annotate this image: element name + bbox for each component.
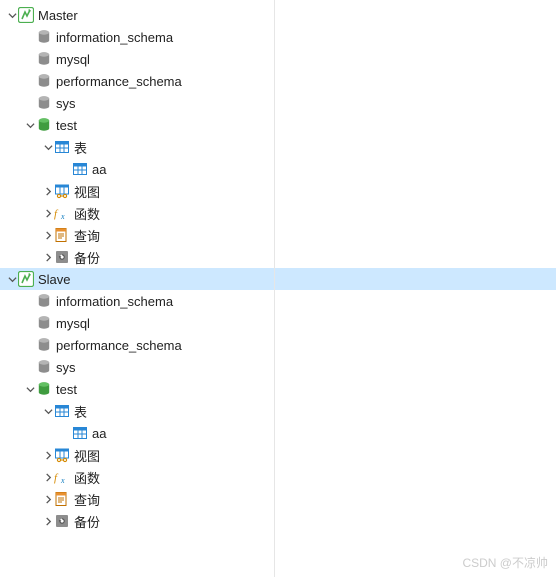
tree-row[interactable]: fx函数	[0, 202, 556, 224]
svg-text:x: x	[60, 476, 65, 485]
tree-item-label: mysql	[56, 316, 90, 331]
table-icon	[72, 425, 88, 441]
chevron-right-icon[interactable]	[42, 209, 54, 218]
tree-row[interactable]: aa	[0, 158, 556, 180]
tree-row[interactable]: 备份	[0, 510, 556, 532]
tree-item-label: 查询	[74, 226, 100, 245]
connection-icon	[18, 7, 34, 23]
views-icon	[54, 447, 70, 463]
db-gray-icon	[36, 315, 52, 331]
db-green-icon	[36, 381, 52, 397]
chevron-right-icon[interactable]	[42, 517, 54, 526]
tree-row[interactable]: 视图	[0, 180, 556, 202]
chevron-right-icon[interactable]	[42, 451, 54, 460]
svg-text:f: f	[54, 208, 59, 220]
tables-icon	[54, 139, 70, 155]
queries-icon	[54, 227, 70, 243]
tree-item-label: 视图	[74, 182, 100, 201]
tree-row[interactable]: 表	[0, 400, 556, 422]
tree-item-label: Slave	[38, 272, 71, 287]
chevron-down-icon[interactable]	[24, 121, 36, 130]
views-icon	[54, 183, 70, 199]
tree-item-label: performance_schema	[56, 74, 182, 89]
tree-row[interactable]: Master	[0, 4, 556, 26]
tree-item-label: sys	[56, 360, 76, 375]
watermark-text: CSDN @不凉帅	[462, 554, 548, 571]
chevron-down-icon[interactable]	[42, 143, 54, 152]
tree-item-label: 表	[74, 402, 87, 421]
panel-divider	[274, 0, 275, 577]
backups-icon	[54, 249, 70, 265]
db-gray-icon	[36, 51, 52, 67]
tree-row[interactable]: test	[0, 378, 556, 400]
tree-item-label: 备份	[74, 248, 100, 267]
tree-row[interactable]: 视图	[0, 444, 556, 466]
db-gray-icon	[36, 293, 52, 309]
queries-icon	[54, 491, 70, 507]
tree-item-label: information_schema	[56, 30, 173, 45]
functions-icon: fx	[54, 205, 70, 221]
tree-item-label: 视图	[74, 446, 100, 465]
db-gray-icon	[36, 73, 52, 89]
tree-row[interactable]: performance_schema	[0, 70, 556, 92]
tree-item-label: aa	[92, 162, 106, 177]
chevron-right-icon[interactable]	[42, 495, 54, 504]
db-gray-icon	[36, 95, 52, 111]
table-icon	[72, 161, 88, 177]
tree-row[interactable]: 备份	[0, 246, 556, 268]
chevron-right-icon[interactable]	[42, 253, 54, 262]
chevron-down-icon[interactable]	[6, 11, 18, 20]
tree-item-label: 表	[74, 138, 87, 157]
tree-item-label: test	[56, 382, 77, 397]
tree-row[interactable]: 查询	[0, 488, 556, 510]
tree-row[interactable]: 表	[0, 136, 556, 158]
tree-item-label: 查询	[74, 490, 100, 509]
tree-item-label: 函数	[74, 204, 100, 223]
functions-icon: fx	[54, 469, 70, 485]
chevron-down-icon[interactable]	[6, 275, 18, 284]
tree-item-label: performance_schema	[56, 338, 182, 353]
db-green-icon	[36, 117, 52, 133]
tree-item-label: aa	[92, 426, 106, 441]
tree-item-label: 备份	[74, 512, 100, 531]
tables-icon	[54, 403, 70, 419]
db-tree: Masterinformation_schemamysqlperformance…	[0, 0, 556, 536]
tree-item-label: Master	[38, 8, 78, 23]
chevron-right-icon[interactable]	[42, 187, 54, 196]
db-gray-icon	[36, 337, 52, 353]
tree-row[interactable]: information_schema	[0, 26, 556, 48]
tree-item-label: sys	[56, 96, 76, 111]
tree-row[interactable]: sys	[0, 92, 556, 114]
chevron-down-icon[interactable]	[42, 407, 54, 416]
svg-text:x: x	[60, 212, 65, 221]
tree-row[interactable]: fx函数	[0, 466, 556, 488]
db-gray-icon	[36, 359, 52, 375]
chevron-right-icon[interactable]	[42, 473, 54, 482]
tree-row[interactable]: aa	[0, 422, 556, 444]
tree-item-label: information_schema	[56, 294, 173, 309]
tree-row[interactable]: test	[0, 114, 556, 136]
tree-row[interactable]: information_schema	[0, 290, 556, 312]
tree-row[interactable]: mysql	[0, 48, 556, 70]
connection-icon	[18, 271, 34, 287]
tree-row[interactable]: performance_schema	[0, 334, 556, 356]
backups-icon	[54, 513, 70, 529]
tree-row[interactable]: mysql	[0, 312, 556, 334]
tree-item-label: test	[56, 118, 77, 133]
tree-row[interactable]: sys	[0, 356, 556, 378]
tree-item-label: 函数	[74, 468, 100, 487]
svg-text:f: f	[54, 472, 59, 484]
tree-item-label: mysql	[56, 52, 90, 67]
tree-row[interactable]: Slave	[0, 268, 556, 290]
chevron-right-icon[interactable]	[42, 231, 54, 240]
db-gray-icon	[36, 29, 52, 45]
tree-row[interactable]: 查询	[0, 224, 556, 246]
chevron-down-icon[interactable]	[24, 385, 36, 394]
